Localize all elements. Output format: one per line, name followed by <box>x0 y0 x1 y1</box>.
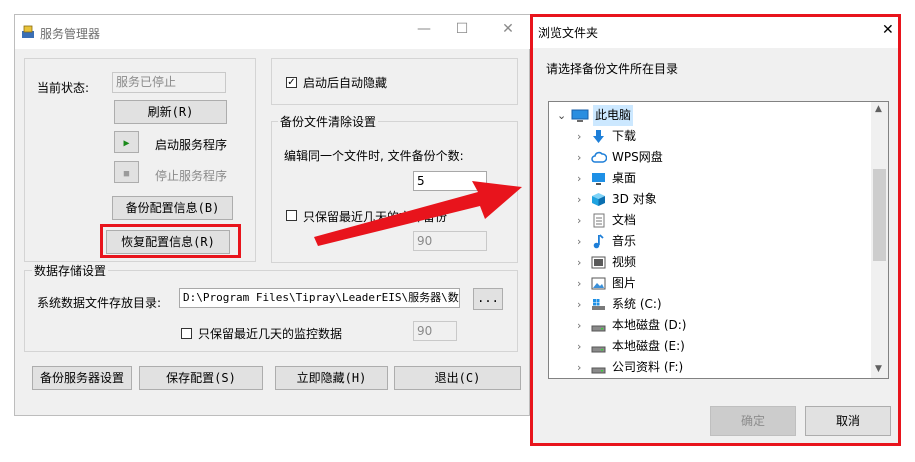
backup-server-button[interactable]: 备份服务器设置 <box>32 366 132 390</box>
dialog-highlight-box <box>530 14 901 446</box>
exit-button[interactable]: 退出(C) <box>394 366 521 390</box>
title-bar: 服务管理器 — ☐ ✕ <box>15 15 531 49</box>
auto-hide-label: 启动后自动隐藏 <box>303 76 388 90</box>
status-label: 当前状态: <box>37 81 90 95</box>
backup-count-label: 编辑同一个文件时, 文件备份个数: <box>284 149 464 163</box>
backup-cleanup-legend: 备份文件清除设置 <box>278 113 379 130</box>
play-icon: ▶ <box>123 138 130 149</box>
keep-monitor-days-input: 90 <box>413 321 457 341</box>
annotation-arrow <box>314 181 522 246</box>
minimize-button[interactable]: — <box>409 21 439 37</box>
start-service-label: 启动服务程序 <box>155 138 228 152</box>
keep-monitor-days-label: 只保留最近几天的监控数据 <box>198 327 343 341</box>
maximize-button[interactable]: ☐ <box>447 21 477 37</box>
app-icon <box>21 25 35 39</box>
keep-monitor-days-checkbox[interactable] <box>181 328 192 339</box>
data-storage-legend: 数据存储设置 <box>32 262 109 279</box>
keep-backup-days-checkbox[interactable] <box>286 210 297 221</box>
refresh-button[interactable]: 刷新(R) <box>114 100 227 124</box>
window-title: 服务管理器 <box>40 27 101 41</box>
save-config-button[interactable]: 保存配置(S) <box>139 366 263 390</box>
restore-highlight-box <box>100 224 241 258</box>
data-dir-input[interactable]: D:\Program Files\Tipray\LeaderEIS\服务器\数据… <box>179 288 460 308</box>
hide-now-button[interactable]: 立即隐藏(H) <box>275 366 388 390</box>
backup-config-button[interactable]: 备份配置信息(B) <box>112 196 233 220</box>
close-button[interactable]: ✕ <box>493 21 523 37</box>
auto-hide-checkbox[interactable]: ✓ <box>286 77 297 88</box>
start-service-button[interactable]: ▶ <box>114 131 139 153</box>
browse-button[interactable]: ... <box>473 288 503 310</box>
stop-icon: ■ <box>123 169 130 179</box>
stop-service-button[interactable]: ■ <box>114 161 139 183</box>
data-dir-label: 系统数据文件存放目录: <box>37 296 162 310</box>
status-field: 服务已停止 <box>112 72 226 93</box>
stop-service-label: 停止服务程序 <box>155 169 228 183</box>
